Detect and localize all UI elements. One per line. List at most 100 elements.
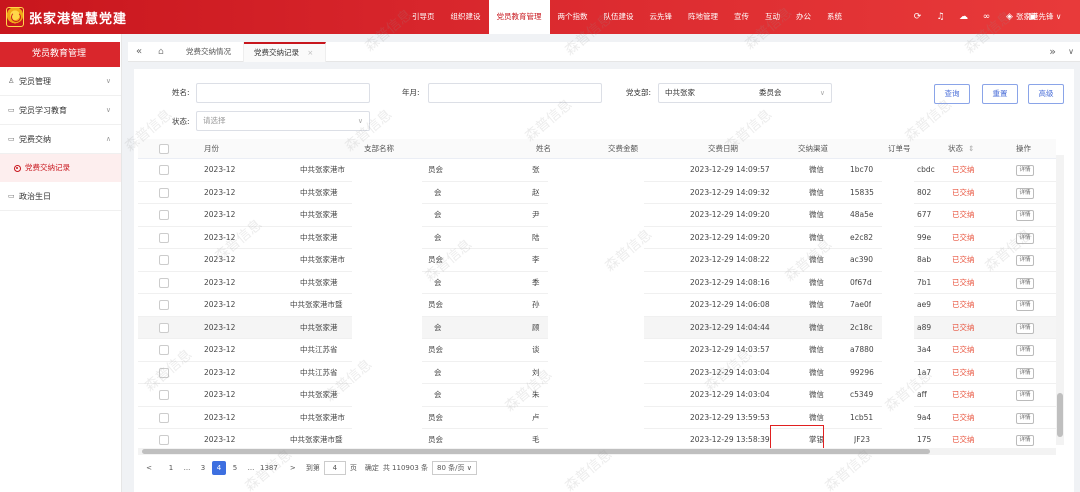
next-page-button[interactable]: > <box>286 461 300 475</box>
page-4[interactable]: 5 <box>228 461 242 475</box>
detail-button[interactable]: 详情 <box>1016 232 1034 244</box>
month-input[interactable] <box>428 83 602 103</box>
detail-button[interactable]: 详情 <box>1016 322 1034 334</box>
detail-button[interactable]: 详情 <box>1016 345 1034 356</box>
cell-name: 谈 <box>532 345 540 354</box>
detail-button[interactable]: 详情 <box>1016 390 1034 401</box>
row-checkbox[interactable] <box>159 187 169 198</box>
main-panel: 姓名: 年月: 党支部: 中共张家 委员会 ∨ 查询 重置 高级 状态: 请选择… <box>134 69 1074 492</box>
sidebar-item-label: 党费交纳 <box>19 134 51 144</box>
per-page-select[interactable]: 80 条/页 ∨ <box>432 461 477 475</box>
vertical-scrollbar[interactable] <box>1056 155 1064 445</box>
home-icon[interactable]: ⌂ <box>158 47 168 57</box>
bell-icon[interactable]: ♫ <box>935 12 946 23</box>
page-0[interactable]: 1 <box>164 461 178 475</box>
tab-dues-status[interactable]: 党费交纳情况 <box>176 41 244 62</box>
money-icon: ▭ <box>8 134 15 143</box>
sidebar-subitem-dues-records[interactable]: 党费交纳记录 <box>0 154 121 182</box>
row-checkbox[interactable] <box>159 277 169 288</box>
cell-month: 2023-12 <box>204 345 236 354</box>
nav-item-5[interactable]: 云先锋 <box>642 0 681 34</box>
double-chevron-right-icon[interactable]: » <box>1049 45 1056 58</box>
row-checkbox[interactable] <box>159 165 169 175</box>
detail-button[interactable]: 详情 <box>1016 412 1034 424</box>
row-checkbox[interactable] <box>159 367 169 378</box>
cell-date: 2023-12-29 13:59:53 <box>690 412 770 422</box>
nav-item-3[interactable]: 两个指数 <box>550 0 596 34</box>
cell-status: 已交纳 <box>952 277 975 287</box>
goto-page-input[interactable]: 4 <box>323 461 346 475</box>
confirm-button[interactable]: 确定 <box>365 463 379 473</box>
link-icon[interactable]: ∞ <box>981 12 992 23</box>
sidebar-item-dues[interactable]: ▭ 党费交纳 ∧ <box>0 125 121 154</box>
detail-button[interactable]: 详情 <box>1016 435 1034 446</box>
user-menu[interactable]: 张家港先锋 ∨ <box>1016 0 1061 34</box>
sidebar-item-political-birthday[interactable]: ▭ 政治生日 <box>0 182 121 211</box>
sort-icon[interactable]: ⇕ <box>968 139 974 159</box>
page-6[interactable]: 1387 <box>260 461 278 475</box>
nav-item-7[interactable]: 宣传 <box>726 0 757 34</box>
row-checkbox[interactable] <box>159 435 169 445</box>
book-icon: ▭ <box>8 105 15 114</box>
row-checkbox[interactable] <box>159 322 169 333</box>
row-checkbox[interactable] <box>159 255 169 265</box>
select-all-checkbox[interactable] <box>159 144 169 154</box>
chevron-down-icon: ∨ <box>105 105 111 114</box>
row-checkbox[interactable] <box>159 390 169 400</box>
chevron-down-icon[interactable]: ∨ <box>1068 47 1074 56</box>
reset-button[interactable]: 重置 <box>982 84 1018 104</box>
nav-item-0[interactable]: 引导页 <box>404 0 443 34</box>
tag-icon[interactable]: ◈ <box>1004 12 1015 23</box>
redaction-mask <box>548 159 644 459</box>
detail-button[interactable]: 详情 <box>1016 300 1034 311</box>
refresh-icon[interactable]: ⟳ <box>912 12 923 23</box>
advanced-button[interactable]: 高级 <box>1028 84 1064 104</box>
nav-item-1[interactable]: 组织建设 <box>443 0 489 34</box>
tab-dues-records[interactable]: 党费交纳记录 × <box>244 41 327 62</box>
header-status[interactable]: 状态 <box>948 139 963 159</box>
name-input[interactable] <box>196 83 370 103</box>
sidebar-item-member-management[interactable]: ♙ 党员管理 ∨ <box>0 67 121 96</box>
cell-month: 2023-12 <box>204 412 236 422</box>
cell-status: 已交纳 <box>952 187 975 197</box>
nav-item-10[interactable]: 系统 <box>819 0 850 34</box>
detail-button[interactable]: 详情 <box>1016 165 1034 176</box>
nav-item-2[interactable]: 党员教育管理 <box>488 0 550 34</box>
row-checkbox[interactable] <box>159 300 169 310</box>
cell-status: 已交纳 <box>952 345 975 354</box>
detail-button[interactable]: 详情 <box>1016 367 1034 379</box>
row-checkbox[interactable] <box>159 345 169 355</box>
cloud-icon[interactable]: ☁ <box>958 12 969 23</box>
detail-button[interactable]: 详情 <box>1016 255 1034 266</box>
cell-date: 2023-12-29 14:04:44 <box>690 322 770 332</box>
detail-button[interactable]: 详情 <box>1016 187 1034 199</box>
nav-item-4[interactable]: 队伍建设 <box>596 0 642 34</box>
query-button[interactable]: 查询 <box>934 84 970 104</box>
header-channel: 交纳渠道 <box>798 144 828 153</box>
row-checkbox[interactable] <box>159 232 169 243</box>
nav-item-9[interactable]: 办公 <box>788 0 819 34</box>
cell-order: a7880 <box>850 345 874 354</box>
page-3[interactable]: 4 <box>212 461 226 475</box>
cell-channel: 微信 <box>809 165 824 174</box>
detail-button[interactable]: 详情 <box>1016 210 1034 221</box>
scroll-thumb[interactable] <box>142 449 930 454</box>
branch-select[interactable]: 中共张家 委员会 ∨ <box>658 83 832 103</box>
row-checkbox[interactable] <box>159 412 169 423</box>
nav-item-8[interactable]: 互动 <box>757 0 788 34</box>
detail-button[interactable]: 详情 <box>1016 277 1034 289</box>
sidebar-item-member-education[interactable]: ▭ 党员学习教育 ∨ <box>0 96 121 125</box>
page-2[interactable]: 3 <box>196 461 210 475</box>
cell-month: 2023-12 <box>204 277 236 287</box>
nav-item-6[interactable]: 阵地管理 <box>680 0 726 34</box>
status-select[interactable]: 请选择 ∨ <box>196 111 370 131</box>
page-5: ... <box>247 464 255 472</box>
prev-page-button[interactable]: < <box>142 461 156 475</box>
double-chevron-left-icon[interactable]: « <box>136 46 148 57</box>
cell-month: 2023-12 <box>204 165 236 174</box>
month-label: 年月: <box>402 88 420 97</box>
scroll-thumb[interactable] <box>1057 393 1063 437</box>
close-icon[interactable]: × <box>307 49 313 57</box>
horizontal-scrollbar[interactable] <box>138 448 1056 455</box>
row-checkbox[interactable] <box>159 210 169 220</box>
